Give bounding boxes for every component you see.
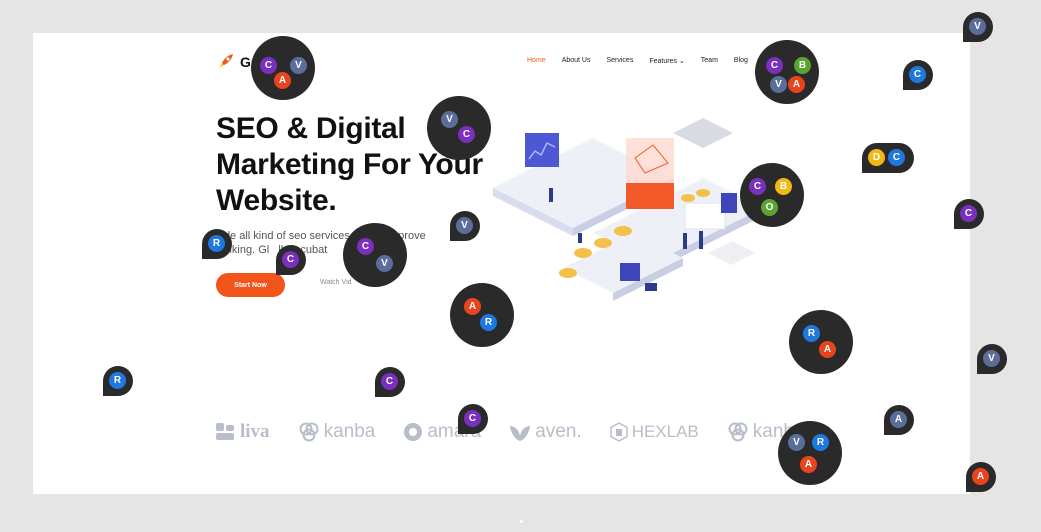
collaborator-cluster[interactable]: C B V A <box>755 40 819 104</box>
nav-services[interactable]: Services <box>606 57 633 65</box>
hero-desc-line: vide all kind of seo services o improve <box>216 230 426 242</box>
collaborator-avatar-c[interactable]: C <box>887 148 906 167</box>
nav-about-us[interactable]: About Us <box>562 57 591 65</box>
collaborator-avatar-o[interactable]: O <box>760 198 779 217</box>
collaborator-cluster[interactable]: C V <box>343 223 407 287</box>
nav-home[interactable]: Home <box>527 57 546 65</box>
brand-aven: aven. <box>509 421 582 443</box>
collaborator-cluster[interactable]: R A <box>789 310 853 374</box>
collaborator-cursor[interactable]: C <box>954 199 984 229</box>
collaborator-avatar-c[interactable]: C <box>259 56 278 75</box>
brand-name: HEXLAB <box>631 422 699 441</box>
collaborator-avatar-v[interactable]: V <box>455 216 474 235</box>
collaborator-avatar-c[interactable]: C <box>380 372 399 391</box>
brand-name: kanba <box>323 421 376 442</box>
collaborator-avatar-v[interactable]: V <box>375 254 394 273</box>
collaborator-avatar-a[interactable]: A <box>273 71 292 90</box>
collaborator-avatar-v[interactable]: V <box>440 110 459 129</box>
collaborator-avatar-v[interactable]: V <box>787 433 806 452</box>
collaborator-avatar-a[interactable]: A <box>971 467 990 486</box>
nav-features-label: Features <box>649 58 677 65</box>
collaborator-avatar-r[interactable]: R <box>207 234 226 253</box>
collaborator-cursor[interactable]: C <box>458 404 488 434</box>
collaborator-avatar-a[interactable]: A <box>463 297 482 316</box>
collaborator-cluster[interactable]: A R <box>450 283 514 347</box>
collaborator-avatar-c[interactable]: C <box>748 177 767 196</box>
collaborator-avatar-v[interactable]: V <box>968 17 987 36</box>
collaborator-cursor[interactable]: R <box>202 229 232 259</box>
collaborator-cursor[interactable]: C <box>903 60 933 90</box>
website-page: Gr Home About Us Services Features ⌄ Tea… <box>33 33 970 494</box>
hero-desc-line: ranking. Gl lly incubat <box>216 244 328 256</box>
brand-liva: liva <box>216 421 270 443</box>
collaborator-cursor[interactable]: V <box>450 211 480 241</box>
seo-isometric-illustration <box>493 118 763 301</box>
collaborator-avatar-r[interactable]: R <box>479 313 498 332</box>
collaborator-avatar-r[interactable]: R <box>802 324 821 343</box>
collaborator-avatar-a[interactable]: A <box>889 410 908 429</box>
collaborator-avatar-c[interactable]: C <box>356 237 375 256</box>
hero-description: vide all kind of seo services o improve … <box>216 229 456 257</box>
collaborator-cursor[interactable]: R <box>103 366 133 396</box>
collaborator-cursor[interactable]: C <box>276 245 306 275</box>
collaborator-avatar-c[interactable]: C <box>765 56 784 75</box>
collaborator-cursor[interactable]: A <box>884 405 914 435</box>
collaborator-avatar-a[interactable]: A <box>818 340 837 359</box>
collaborator-avatar-r[interactable]: R <box>811 433 830 452</box>
main-nav: Home About Us Services Features ⌄ Team B… <box>527 57 748 65</box>
collaborator-cluster[interactable]: V C <box>427 96 491 160</box>
collaborator-avatar-a[interactable]: A <box>799 455 818 474</box>
collaborator-avatar-v[interactable]: V <box>982 349 1001 368</box>
collaborator-avatar-b[interactable]: B <box>774 177 793 196</box>
brand-hexlab: HEXLAB <box>609 422 699 442</box>
brand-kanba: kanba <box>298 421 376 443</box>
collaborator-avatar-d[interactable]: D <box>867 148 886 167</box>
collaborator-cluster[interactable]: C B O <box>740 163 804 227</box>
nav-features[interactable]: Features ⌄ <box>649 57 684 65</box>
brand-name: aven. <box>535 421 582 442</box>
collaborator-avatar-v[interactable]: V <box>769 75 788 94</box>
kanba-logo-icon <box>299 422 319 442</box>
collaborator-cluster[interactable]: C V A <box>251 36 315 100</box>
collaborator-cursor[interactable]: V <box>963 12 993 42</box>
collaborator-avatar-c[interactable]: C <box>959 204 978 223</box>
collaborator-cluster[interactable]: V R A <box>778 421 842 485</box>
aven-logo-icon <box>510 426 531 441</box>
collaborator-cursor[interactable]: V <box>977 344 1007 374</box>
collaborator-avatar-c[interactable]: C <box>457 125 476 144</box>
brand-logos: liva kanba amara aven. HEXLAB kanba <box>216 421 805 443</box>
page-indicator-dot <box>520 520 523 523</box>
amara-logo-icon <box>404 423 423 441</box>
nav-team[interactable]: Team <box>701 57 718 65</box>
watch-video-link[interactable]: Watch Vid <box>320 279 352 286</box>
collaborator-avatar-v[interactable]: V <box>289 56 308 75</box>
chevron-down-icon: ⌄ <box>678 58 685 65</box>
collaborator-avatar-c[interactable]: C <box>281 250 300 269</box>
brand-name: liva <box>240 421 270 442</box>
collaborator-cursor[interactable]: A <box>966 462 996 492</box>
nav-blog[interactable]: Blog <box>734 57 748 65</box>
start-now-button[interactable]: Start Now <box>216 273 285 297</box>
kanba-logo-icon <box>728 422 748 442</box>
collaborator-avatar-r[interactable]: R <box>108 371 127 390</box>
collaborator-avatar-c[interactable]: C <box>908 65 927 84</box>
liva-logo-icon <box>216 423 234 440</box>
collaborator-avatar-a[interactable]: A <box>787 75 806 94</box>
rocket-icon <box>219 54 233 68</box>
collaborator-cursor-pair[interactable]: D C <box>862 143 914 173</box>
collaborator-avatar-c[interactable]: C <box>463 409 482 428</box>
collaborator-avatar-b[interactable]: B <box>793 56 812 75</box>
hexlab-logo-icon <box>609 422 628 442</box>
collaborator-cursor[interactable]: C <box>375 367 405 397</box>
